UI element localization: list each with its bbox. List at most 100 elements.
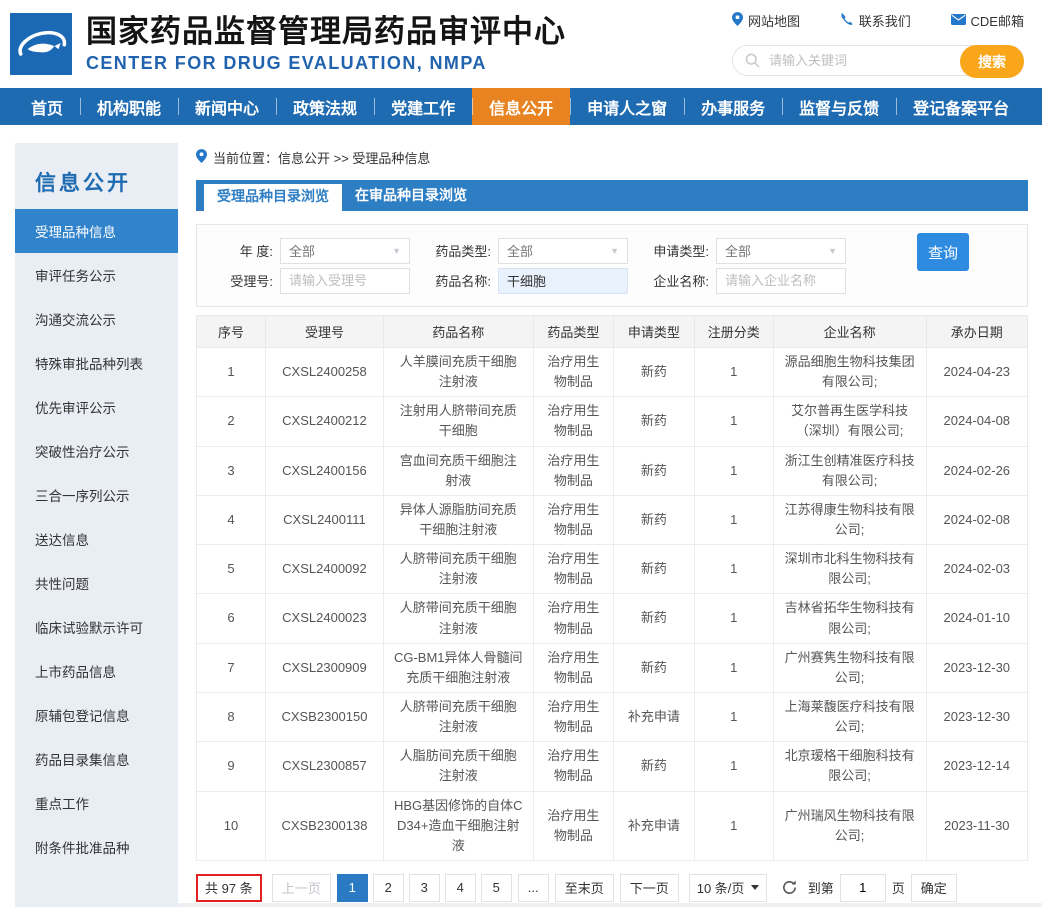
page: 国家药品监督管理局药品审评中心 CENTER FOR DRUG EVALUATI… [0, 0, 1042, 907]
page-button-2[interactable]: 2 [373, 874, 404, 902]
search-input[interactable] [767, 52, 957, 69]
tab-2[interactable]: 在审品种目录浏览 [342, 180, 480, 211]
sitemap-link[interactable]: 网站地图 [732, 11, 800, 30]
table-cell: 2024-02-08 [926, 495, 1027, 544]
table-cell: 人脐带间充质干细胞注射液 [383, 594, 533, 643]
sidebar-item-7[interactable]: 三合一序列公示 [15, 473, 178, 517]
nav-item-9[interactable]: 监督与反馈 [782, 88, 896, 125]
drug-type-value: 全部 [507, 241, 533, 260]
table-cell: 新药 [614, 348, 695, 397]
sidebar-item-14[interactable]: 重点工作 [15, 781, 178, 825]
prev-page-button[interactable]: 上一页 [272, 874, 331, 902]
sidebar-item-3[interactable]: 沟通交流公示 [15, 297, 178, 341]
acceptance-no-label: 受理号: [199, 271, 273, 290]
table-cell: CXSL2400258 [265, 348, 383, 397]
sidebar-item-2[interactable]: 审评任务公示 [15, 253, 178, 297]
page-size-select[interactable]: 10 条/页 [689, 874, 767, 902]
mailbox-link[interactable]: CDE邮箱 [951, 11, 1024, 30]
sidebar-item-6[interactable]: 突破性治疗公示 [15, 429, 178, 473]
table-cell: 治疗用生物制品 [533, 692, 614, 741]
site-header: 国家药品监督管理局药品审评中心 CENTER FOR DRUG EVALUATI… [0, 0, 1042, 88]
next-page-button[interactable]: 下一页 [620, 874, 679, 902]
table-row: 10CXSB2300138HBG基因修饰的自体CD34+造血干细胞注射液治疗用生… [197, 791, 1028, 860]
drug-name-input[interactable] [498, 268, 628, 294]
sidebar-item-1[interactable]: 受理品种信息 [15, 209, 178, 253]
apply-type-select[interactable]: 全部 ▼ [716, 238, 846, 264]
page-button-1[interactable]: 1 [337, 874, 368, 902]
nav-item-7[interactable]: 申请人之窗 [570, 88, 684, 125]
table-row: 3CXSL2400156宫血间充质干细胞注射液治疗用生物制品新药1浙江生创精准医… [197, 446, 1028, 495]
search-button[interactable]: 搜索 [960, 45, 1024, 78]
site-title-block: 国家药品监督管理局药品审评中心 CENTER FOR DRUG EVALUATI… [86, 14, 566, 75]
page-button-3[interactable]: 3 [409, 874, 440, 902]
table-cell: 2023-12-14 [926, 742, 1027, 791]
table-header-cell: 注册分类 [694, 316, 773, 348]
table-cell: 1 [694, 643, 773, 692]
main-panel: 当前位置：信息公开 >> 受理品种信息 受理品种目录浏览在审品种目录浏览 年 度… [196, 125, 1028, 907]
table-row: 5CXSL2400092人脐带间充质干细胞注射液治疗用生物制品新药1深圳市北科生… [197, 545, 1028, 594]
table-cell: 2024-04-08 [926, 397, 1027, 446]
nav-item-2[interactable]: 机构职能 [80, 88, 178, 125]
company-input[interactable] [716, 268, 846, 294]
year-label: 年 度: [199, 241, 273, 260]
drug-name-label: 药品名称: [417, 271, 491, 290]
apply-type-label: 申请类型: [635, 241, 709, 260]
table-cell: CXSL2400156 [265, 446, 383, 495]
goto-label: 到第 [808, 878, 834, 897]
table-cell: 2023-11-30 [926, 791, 1027, 860]
year-select[interactable]: 全部 ▼ [280, 238, 410, 264]
sidebar-item-9[interactable]: 共性问题 [15, 561, 178, 605]
sidebar-item-13[interactable]: 药品目录集信息 [15, 737, 178, 781]
table-cell: 宫血间充质干细胞注射液 [383, 446, 533, 495]
contact-link[interactable]: 联系我们 [840, 11, 911, 30]
last-page-button[interactable]: 至末页 [555, 874, 614, 902]
table-cell: 新药 [614, 742, 695, 791]
company-label: 企业名称: [635, 271, 709, 290]
table-cell: 治疗用生物制品 [533, 495, 614, 544]
chevron-down-icon: ▼ [610, 246, 619, 256]
tab-1[interactable]: 受理品种目录浏览 [204, 184, 342, 211]
table-cell: 1 [694, 545, 773, 594]
sidebar-item-4[interactable]: 特殊审批品种列表 [15, 341, 178, 385]
table-header-cell: 企业名称 [773, 316, 926, 348]
location-pin-icon [196, 149, 207, 166]
sidebar-item-8[interactable]: 送达信息 [15, 517, 178, 561]
confirm-button[interactable]: 确定 [911, 874, 957, 902]
page-button-5[interactable]: 5 [481, 874, 512, 902]
nav-item-8[interactable]: 办事服务 [684, 88, 782, 125]
nav-item-6[interactable]: 信息公开 [472, 88, 570, 125]
table-cell: 源品细胞生物科技集团有限公司; [773, 348, 926, 397]
sidebar-item-5[interactable]: 优先审评公示 [15, 385, 178, 429]
ellipsis-button[interactable]: ... [518, 874, 549, 902]
page-button-4[interactable]: 4 [445, 874, 476, 902]
query-button[interactable]: 查询 [917, 233, 969, 271]
table-cell: 2024-02-26 [926, 446, 1027, 495]
table-cell: 广州瑞风生物科技有限公司; [773, 791, 926, 860]
table-cell: 人脐带间充质干细胞注射液 [383, 545, 533, 594]
contact-label: 联系我们 [859, 11, 911, 30]
total-count-highlight: 共 97 条 [196, 874, 262, 902]
table-cell: 1 [197, 348, 266, 397]
nav-item-5[interactable]: 党建工作 [374, 88, 472, 125]
table-cell: 2 [197, 397, 266, 446]
table-cell: 1 [694, 791, 773, 860]
filter-row-1: 年 度: 全部 ▼ 药品类型: 全部 ▼ 申请类 [199, 237, 907, 264]
goto-page-input[interactable] [840, 874, 886, 902]
table-cell: 治疗用生物制品 [533, 397, 614, 446]
nav-item-4[interactable]: 政策法规 [276, 88, 374, 125]
sidebar-item-15[interactable]: 附条件批准品种 [15, 825, 178, 869]
sidebar: 信息公开 受理品种信息审评任务公示沟通交流公示特殊审批品种列表优先审评公示突破性… [15, 143, 178, 907]
nav-item-10[interactable]: 登记备案平台 [896, 88, 1026, 125]
sidebar-item-11[interactable]: 上市药品信息 [15, 649, 178, 693]
nav-item-3[interactable]: 新闻中心 [178, 88, 276, 125]
table-cell: 治疗用生物制品 [533, 643, 614, 692]
table-cell: 治疗用生物制品 [533, 545, 614, 594]
apply-type-value: 全部 [725, 241, 751, 260]
sidebar-item-10[interactable]: 临床试验默示许可 [15, 605, 178, 649]
nav-item-1[interactable]: 首页 [14, 88, 80, 125]
acceptance-no-input[interactable] [280, 268, 410, 294]
drug-type-select[interactable]: 全部 ▼ [498, 238, 628, 264]
table-header-cell: 药品类型 [533, 316, 614, 348]
sidebar-item-12[interactable]: 原辅包登记信息 [15, 693, 178, 737]
refresh-icon[interactable] [781, 879, 798, 896]
